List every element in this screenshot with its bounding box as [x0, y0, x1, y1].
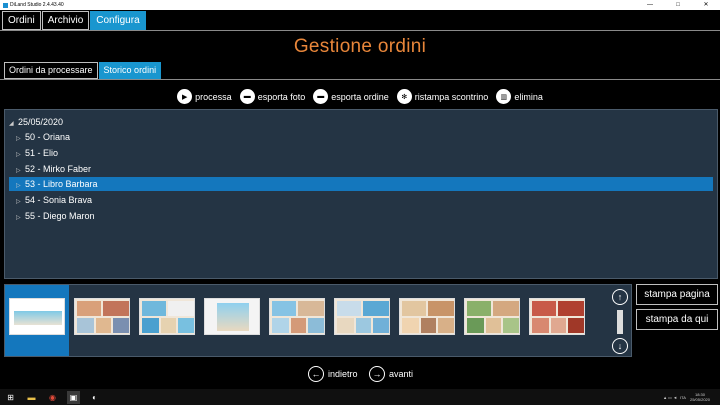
file-explorer-icon[interactable]: ▬: [25, 391, 38, 404]
expand-icon[interactable]: ◢: [9, 117, 18, 131]
diland-studio-taskbar-icon[interactable]: ▣: [67, 390, 80, 404]
tab-ordini-da-processare[interactable]: Ordini da processare: [4, 62, 98, 79]
arrow-left-icon: ←: [308, 366, 324, 382]
arrow-up-icon: ↑: [617, 292, 623, 302]
trash-icon: ▥: [496, 89, 512, 104]
tray-icons[interactable]: ▲ ▭ ◄: [663, 395, 677, 400]
tab-ordini[interactable]: Ordini: [2, 11, 41, 30]
collapsed-icon[interactable]: ▷: [16, 179, 25, 193]
stampa-da-qui-button[interactable]: stampa da qui: [636, 309, 718, 330]
tree-item[interactable]: ▷ 52 - Mirko Faber: [5, 162, 717, 176]
arrow-right-icon: →: [369, 366, 385, 382]
tree-item-selected[interactable]: ▷ 53 - Libro Barbara: [9, 177, 713, 191]
forward-label: avanti: [389, 369, 414, 379]
page-thumbnails: ↑ ↓: [4, 284, 632, 357]
tree-item-label: 51 - Elio: [25, 148, 59, 158]
sub-tabs: Ordini da processare Storico ordini: [4, 62, 162, 79]
tree-item-label: 50 - Oriana: [25, 132, 71, 142]
tree-item[interactable]: ▷ 50 - Oriana: [5, 130, 717, 144]
action-toolbar: ▶ processa ▬ esporta foto ▬ esporta ordi…: [0, 88, 720, 105]
elimina-button[interactable]: ▥ elimina: [496, 89, 543, 104]
divider: [0, 79, 720, 80]
taskbar: ⊞ ▬ ◉ ▣ ◐ ▲ ▭ ◄ ITA 18:30 25/05/2020: [0, 389, 720, 405]
page-title: Gestione ordini: [293, 36, 427, 57]
page-thumbnail[interactable]: [464, 298, 520, 335]
app-taskbar-icon[interactable]: ◐: [88, 391, 101, 404]
play-icon: ▶: [177, 89, 193, 104]
collapsed-icon[interactable]: ▷: [16, 211, 25, 225]
ristampa-scontrino-button[interactable]: ✻ ristampa scontrino: [396, 89, 489, 104]
tree-item-label: 53 - Libro Barbara: [25, 179, 98, 189]
esporta-foto-label: esporta foto: [257, 91, 306, 102]
elimina-label: elimina: [514, 91, 543, 102]
page-thumbnail[interactable]: [204, 298, 260, 335]
processa-label: processa: [195, 91, 232, 102]
page-thumbnail[interactable]: [529, 298, 585, 335]
tab-configura[interactable]: Configura: [90, 11, 146, 30]
tree-date-node[interactable]: ◢ 25/05/2020: [5, 115, 717, 129]
page-thumbnail[interactable]: [399, 298, 455, 335]
scroll-down-button[interactable]: ↓: [612, 338, 628, 354]
tree-item-label: 55 - Diego Maron: [25, 211, 95, 221]
divider: [0, 30, 720, 31]
page-thumbnail[interactable]: [74, 298, 130, 335]
processa-button[interactable]: ▶ processa: [177, 89, 232, 104]
tab-archivio[interactable]: Archivio: [41, 11, 90, 30]
chrome-icon[interactable]: ◉: [46, 391, 59, 404]
close-button[interactable]: ✕: [692, 0, 720, 10]
collapsed-icon[interactable]: ▷: [16, 148, 25, 162]
clock-date: 25/05/2020: [689, 397, 710, 402]
window-titlebar: DiLand Studio 2.4.43.40 — □ ✕: [0, 0, 720, 10]
windows-start-icon[interactable]: ⊞: [4, 391, 17, 404]
esporta-ordine-label: esporta ordine: [331, 91, 389, 102]
tree-date-label: 25/05/2020: [18, 117, 64, 127]
back-button[interactable]: ← indietro: [308, 366, 358, 382]
system-tray: ▲ ▭ ◄ ITA 18:30 25/05/2020: [663, 392, 720, 402]
gear-icon: ✻: [396, 89, 412, 104]
minimize-button[interactable]: —: [636, 0, 664, 10]
arrow-down-icon: ↓: [617, 341, 623, 351]
esporta-foto-button[interactable]: ▬ esporta foto: [239, 89, 306, 104]
language-indicator[interactable]: ITA: [680, 395, 686, 400]
folder-icon: ▬: [239, 89, 255, 104]
page-thumbnail[interactable]: [139, 298, 195, 335]
stampa-pagina-button[interactable]: stampa pagina: [636, 284, 718, 305]
tree-item[interactable]: ▷ 54 - Sonia Brava: [5, 193, 717, 207]
forward-button[interactable]: → avanti: [369, 366, 413, 382]
page-thumbnail[interactable]: [269, 298, 325, 335]
page-thumbnail[interactable]: [334, 298, 390, 335]
tree-item[interactable]: ▷ 51 - Elio: [5, 146, 717, 160]
ristampa-scontrino-label: ristampa scontrino: [414, 91, 489, 102]
scrollbar-thumb[interactable]: [617, 310, 623, 334]
tree-item[interactable]: ▷ 55 - Diego Maron: [5, 209, 717, 223]
esporta-ordine-button[interactable]: ▬ esporta ordine: [313, 89, 389, 104]
collapsed-icon[interactable]: ▷: [16, 164, 25, 178]
scroll-up-button[interactable]: ↑: [612, 289, 628, 305]
app-icon: [3, 2, 8, 8]
clock[interactable]: 18:30 25/05/2020: [690, 392, 710, 402]
tree-item-label: 52 - Mirko Faber: [25, 164, 92, 174]
folder-icon: ▬: [313, 89, 329, 104]
collapsed-icon[interactable]: ▷: [16, 132, 25, 146]
tab-storico-ordini[interactable]: Storico ordini: [98, 62, 162, 79]
page-thumbnail[interactable]: [9, 298, 65, 335]
top-tabs: Ordini Archivio Configura: [2, 11, 147, 30]
back-label: indietro: [328, 369, 358, 379]
collapsed-icon[interactable]: ▷: [16, 195, 25, 209]
orders-tree: ◢ 25/05/2020 ▷ 50 - Oriana ▷ 51 - Elio ▷ 52 …: [4, 109, 718, 279]
maximize-button[interactable]: □: [664, 0, 692, 10]
tree-item-label: 54 - Sonia Brava: [25, 195, 93, 205]
window-title: DiLand Studio 2.4.43.40: [10, 2, 64, 8]
